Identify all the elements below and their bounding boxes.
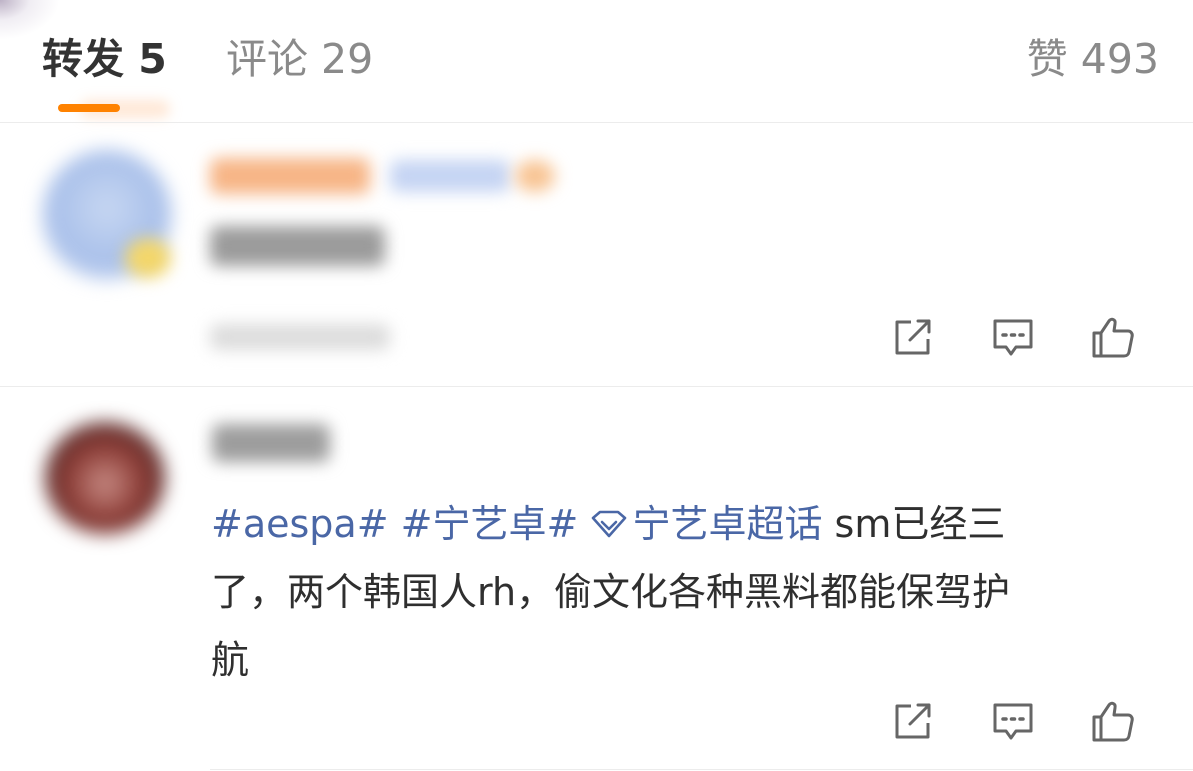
username-redacted[interactable] [212,424,330,462]
comment-actions [863,694,1163,748]
reply-button[interactable] [963,694,1063,748]
comment-body-part: 了，两个韩国人rh，偷文化各种黑料都能保驾护 [211,570,1011,614]
supertopic-label: 宁艺卓超话 [632,502,823,546]
diamond-icon [592,510,627,538]
comment-body-part: sm已经三 [822,502,1006,546]
like-icon [1092,701,1134,742]
hashtag-link[interactable]: #宁艺卓# [401,502,579,546]
comment-divider [210,769,1193,770]
comment-body-part: 航 [211,638,250,682]
reply-icon [993,703,1033,740]
supertopic-link[interactable]: 宁艺卓超话 [590,502,822,546]
comment-item: #aespa# #宁艺卓# 宁艺卓超话 sm已经三 了，两个韩国人rh，偷文化各… [0,0,1193,771]
share-icon [895,703,931,739]
comment-text: #aespa# #宁艺卓# 宁艺卓超话 sm已经三 了，两个韩国人rh，偷文化各… [211,490,1171,694]
share-button[interactable] [863,694,963,748]
avatar[interactable] [45,422,165,534]
hashtag-link[interactable]: #aespa# [211,502,389,546]
like-button[interactable] [1063,694,1163,748]
